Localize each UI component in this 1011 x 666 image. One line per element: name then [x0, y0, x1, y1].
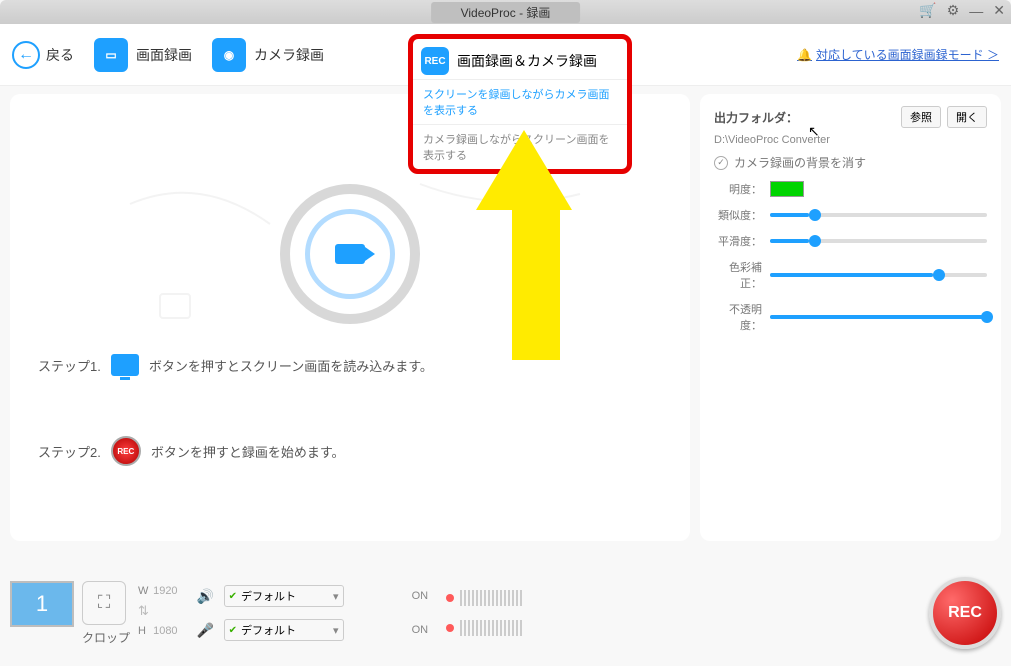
- screen-record-label: 画面録画: [136, 45, 192, 65]
- back-button[interactable]: ← 戻る: [12, 41, 74, 69]
- gear-icon[interactable]: ⚙: [947, 2, 960, 19]
- mic-device-select[interactable]: ✔デフォルト▾: [224, 619, 344, 641]
- step2-text: ボタンを押すと録画を始めます。: [151, 442, 345, 461]
- close-icon[interactable]: ✕: [993, 2, 1005, 19]
- color-correction-label: 色彩補正：: [714, 259, 762, 291]
- smoothness-slider[interactable]: [770, 239, 987, 243]
- output-folder-label: 出力フォルダ：: [714, 109, 798, 126]
- screen-record-mode[interactable]: ▭ 画面録画: [94, 38, 192, 72]
- speaker-level-dot-icon: [446, 594, 454, 602]
- step2-label: ステップ2.: [38, 442, 101, 461]
- bell-icon: 🔔: [797, 48, 812, 62]
- record-button[interactable]: REC: [929, 577, 1001, 649]
- brightness-swatch[interactable]: [770, 181, 804, 197]
- screen-icon: ▭: [94, 38, 128, 72]
- similarity-label: 類似度：: [714, 207, 762, 223]
- color-correction-slider[interactable]: [770, 273, 987, 277]
- screen-camera-dropdown: REC 画面録画＆カメラ録画 スクリーンを録画しながらカメラ画面を表示する カメ…: [408, 34, 632, 174]
- step2-rec-icon: REC: [111, 436, 141, 466]
- back-label: 戻る: [46, 45, 74, 65]
- similarity-slider[interactable]: [770, 213, 987, 217]
- camera-record-label: カメラ録画: [254, 45, 324, 65]
- minimize-icon[interactable]: —: [969, 3, 983, 19]
- opacity-slider[interactable]: [770, 315, 987, 319]
- back-arrow-icon: ←: [12, 41, 40, 69]
- mic-level-dot-icon: [446, 624, 454, 632]
- brightness-label: 明度：: [714, 181, 762, 197]
- record-preview-ring: [280, 184, 420, 324]
- camera-icon: ◉: [212, 38, 246, 72]
- speaker-icon: 🔊: [196, 588, 216, 605]
- camera-glyph-icon: [335, 244, 365, 264]
- window-title: VideoProc - 録画: [431, 2, 581, 23]
- remove-bg-label: カメラ録画の背景を消す: [734, 154, 866, 171]
- smoothness-label: 平滑度：: [714, 233, 762, 249]
- rec-badge-icon: REC: [421, 47, 449, 75]
- speaker-toggle[interactable]: ON: [412, 590, 429, 602]
- crop-region-tile[interactable]: 1: [10, 581, 74, 627]
- record-preview-inner[interactable]: [305, 209, 395, 299]
- browse-button[interactable]: 参照: [901, 106, 941, 128]
- step1-screen-icon: [111, 354, 139, 376]
- speaker-level-meter: [446, 590, 522, 606]
- step1-text: ボタンを押すとスクリーン画面を読み込みます。: [149, 356, 433, 375]
- mic-level-meter: [446, 620, 522, 636]
- open-button[interactable]: 開く: [947, 106, 987, 128]
- bottom-bar: 1 ⛶ クロップ W 1920 ⇅ H 1080 🔊 ✔デフォルト▾ ON 🎤 …: [10, 568, 1001, 658]
- mic-toggle[interactable]: ON: [412, 624, 429, 636]
- mouse-cursor-icon: ↖: [808, 123, 820, 140]
- dropdown-option-screen-with-camera[interactable]: スクリーンを録画しながらカメラ画面を表示する: [413, 79, 627, 124]
- remove-bg-checkbox[interactable]: ✓: [714, 156, 728, 170]
- supported-modes-link[interactable]: 🔔 対応している画面録画録モード ＞: [797, 46, 999, 63]
- step1-label: ステップ1.: [38, 356, 101, 375]
- camera-record-mode[interactable]: ◉ カメラ録画: [212, 38, 324, 72]
- dropdown-header-label: 画面録画＆カメラ録画: [457, 51, 597, 71]
- speaker-device-select[interactable]: ✔デフォルト▾: [224, 585, 344, 607]
- crop-icon[interactable]: ⛶: [82, 581, 126, 625]
- cart-icon[interactable]: 🛒: [919, 2, 936, 19]
- output-settings-panel: 出力フォルダ： 参照 開く D:\VideoProc Converter ✓ カ…: [700, 94, 1001, 541]
- supported-modes-text: 対応している画面録画録モード ＞: [816, 46, 999, 63]
- dropdown-option-camera-with-screen[interactable]: カメラ録画しながらスクリーン画面を表示する: [413, 124, 627, 169]
- output-path: D:\VideoProc Converter: [714, 134, 987, 146]
- crop-dimensions: W 1920 ⇅ H 1080: [138, 581, 178, 641]
- crop-label: クロップ: [82, 629, 130, 646]
- opacity-label: 不透明度：: [714, 301, 762, 333]
- link-dimensions-icon[interactable]: ⇅: [138, 601, 178, 621]
- mic-icon: 🎤: [196, 622, 216, 639]
